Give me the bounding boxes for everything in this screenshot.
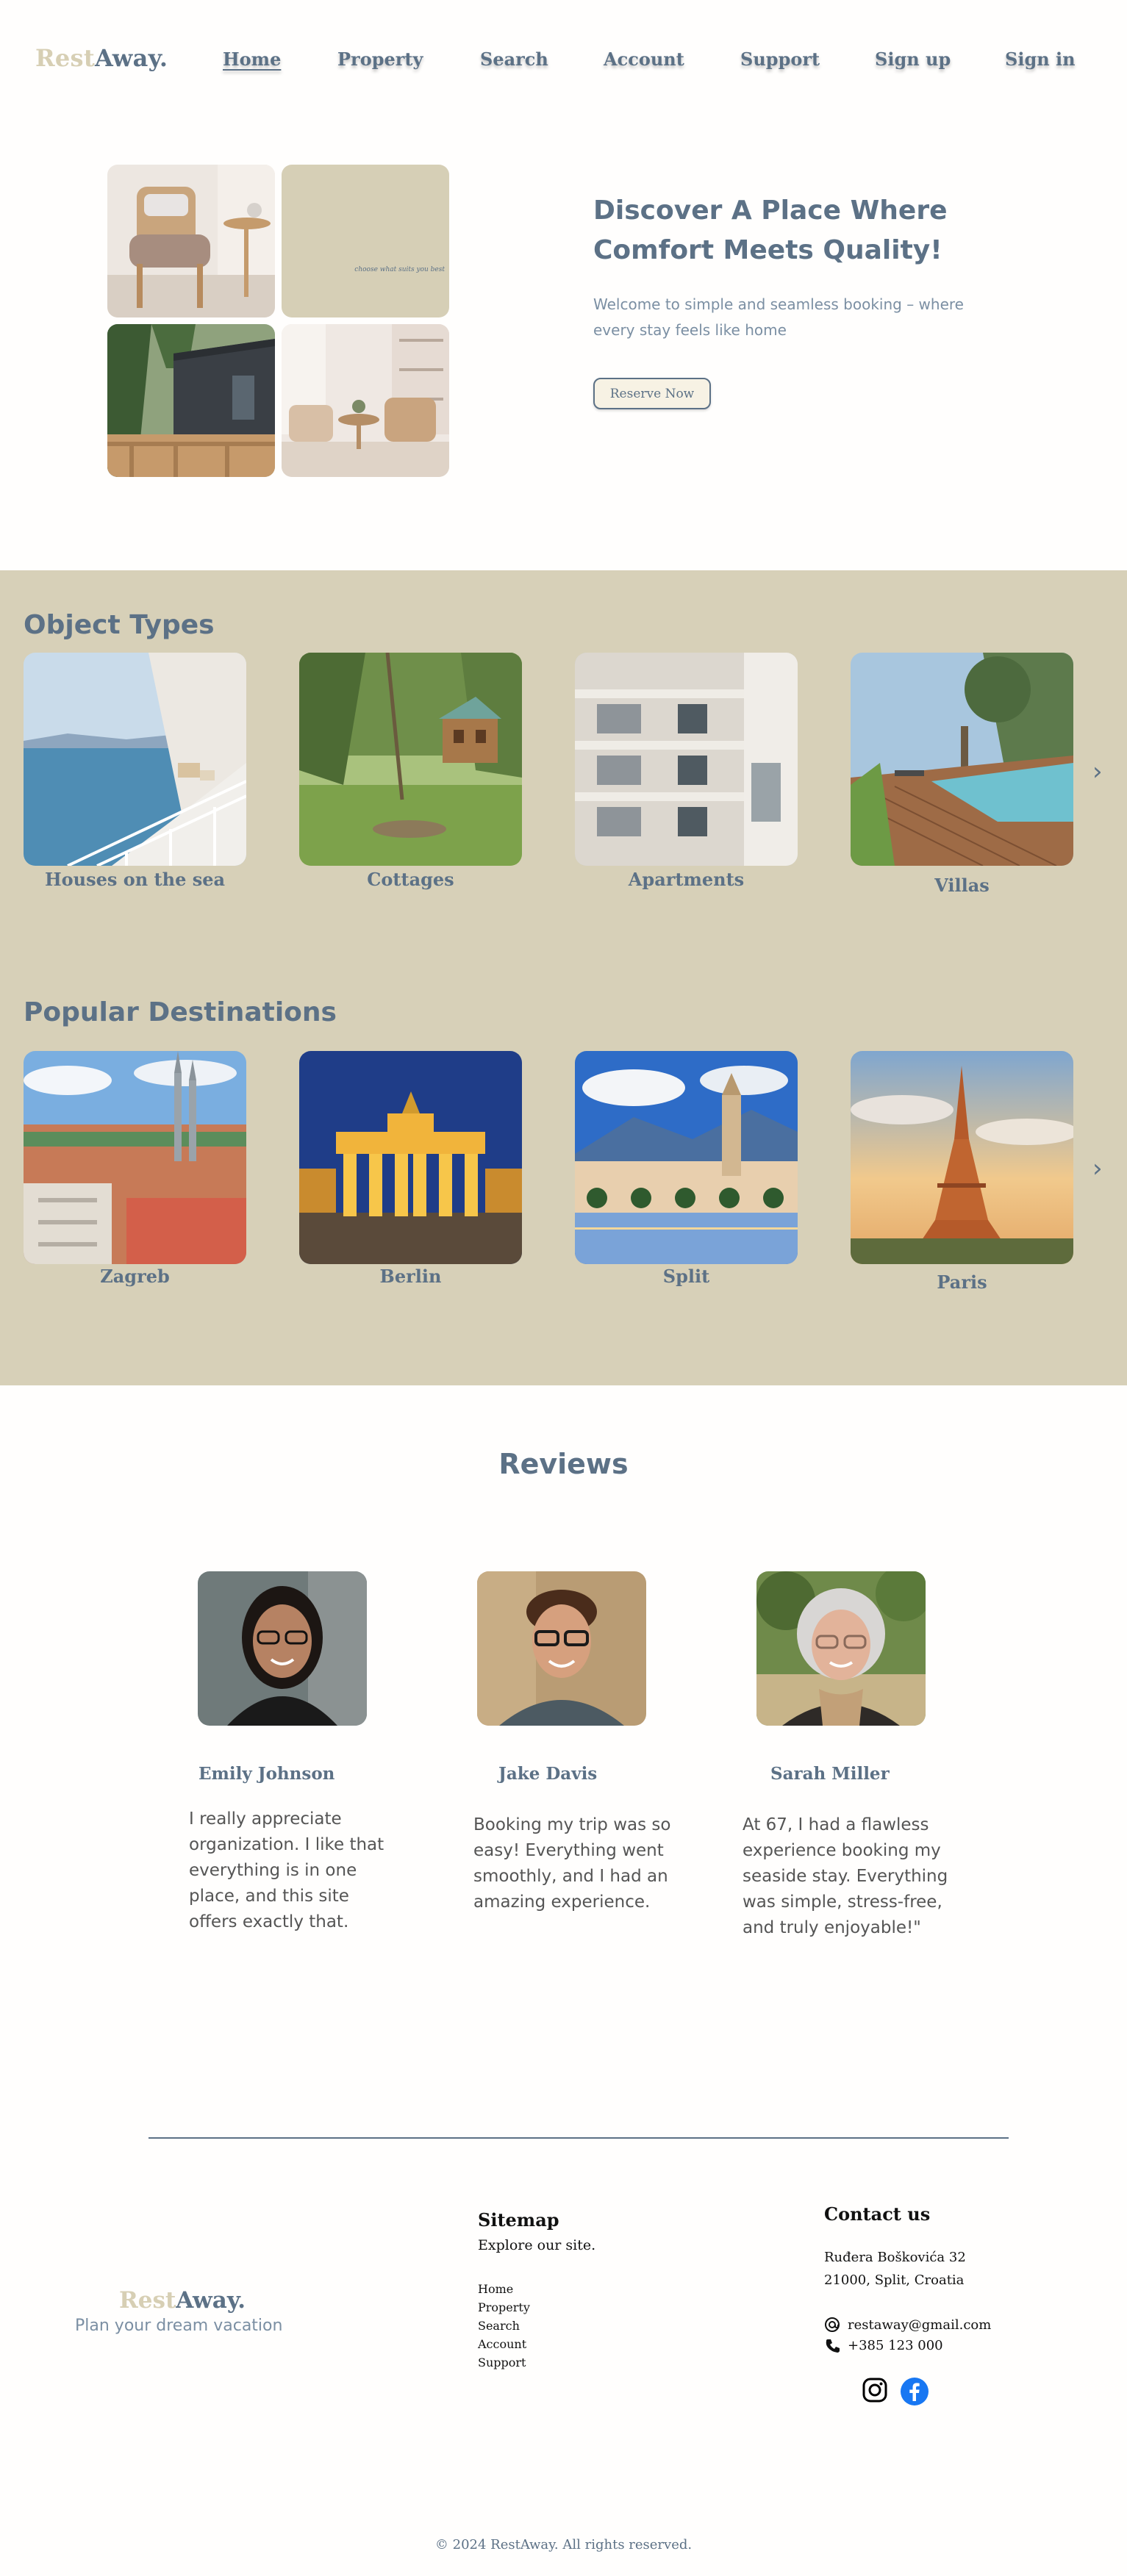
popular-destinations-title: Popular Destinations: [24, 997, 337, 1027]
label-paris: Paris: [937, 1271, 987, 1293]
footer-logo-part-away: Away: [176, 2287, 238, 2314]
contact-address: Ruđera Boškovića 32 21000, Split, Croati…: [824, 2246, 966, 2292]
hero-tile-caption: choose what suits you best: [282, 165, 449, 317]
sitemap-link-account[interactable]: Account: [478, 2335, 530, 2353]
contact-phone[interactable]: +385 123 000: [848, 2338, 943, 2353]
reserve-now-button[interactable]: Reserve Now: [593, 378, 711, 409]
sitemap-title: Sitemap: [478, 2209, 559, 2231]
logo-dot: .: [159, 44, 168, 72]
footer-logo-dot: .: [237, 2287, 246, 2314]
label-apartments: Apartments: [628, 869, 745, 890]
phone-icon: [824, 2337, 840, 2353]
hero-tile-caption-text: choose what suits you best: [354, 266, 445, 273]
nav-signup[interactable]: Sign up: [875, 49, 951, 70]
footer-logo[interactable]: RestAway.: [119, 2287, 246, 2314]
label-zagreb: Zagreb: [100, 1266, 170, 1287]
hero-image-living-room: [282, 324, 449, 477]
address-line-1: Ruđera Boškovića 32: [824, 2250, 966, 2265]
logo-part-away: Away: [94, 44, 160, 72]
nav-home[interactable]: Home: [223, 49, 281, 70]
hero-image-cabin: [107, 324, 275, 477]
object-card-villas[interactable]: [851, 653, 1073, 866]
sitemap-links: Home Property Search Account Support: [478, 2280, 530, 2372]
nav-account[interactable]: Account: [604, 49, 684, 70]
footer-logo-part-rest: Rest: [119, 2287, 176, 2314]
review-text-emily-johnson: I really appreciate organization. I like…: [189, 1809, 384, 1931]
sitemap-link-support[interactable]: Support: [478, 2353, 530, 2372]
sitemap-link-property[interactable]: Property: [478, 2298, 530, 2317]
footer-divider: [149, 2137, 1009, 2139]
reviewer-name-sarah-miller: Sarah Miller: [770, 1764, 890, 1784]
address-line-2: 21000, Split, Croatia: [824, 2272, 965, 2288]
object-card-apartments[interactable]: [575, 653, 798, 866]
destinations-next-chevron-icon[interactable]: ›: [1092, 1154, 1103, 1183]
contact-email-row[interactable]: restaway@gmail.com: [824, 2317, 991, 2333]
reviews-title: Reviews: [498, 1448, 629, 1480]
nav-support[interactable]: Support: [740, 49, 820, 70]
site-header: RestAway. Home Property Search Account S…: [0, 0, 1127, 125]
avatar-emily-johnson: [198, 1571, 367, 1726]
instagram-icon[interactable]: [862, 2377, 888, 2406]
object-types-next-chevron-icon[interactable]: ›: [1092, 757, 1103, 786]
copyright-text: © 2024 RestAway. All rights reserved.: [434, 2537, 693, 2552]
contact-title: Contact us: [824, 2203, 931, 2225]
hero-image-armchair: [107, 165, 275, 317]
review-text-jake-davis: Booking my trip was so easy! Everything …: [473, 1815, 671, 1912]
at-sign-icon: [824, 2317, 840, 2333]
contact-phone-row[interactable]: +385 123 000: [824, 2337, 943, 2353]
review-text-sarah-miller: At 67, I had a flawless experience booki…: [743, 1815, 948, 1937]
label-berlin: Berlin: [379, 1266, 442, 1287]
hero-subtitle: Welcome to simple and seamless booking –…: [593, 295, 964, 339]
nav-signin[interactable]: Sign in: [1005, 49, 1076, 70]
avatar-sarah-miller: [756, 1571, 926, 1726]
object-types-title: Object Types: [24, 610, 215, 640]
hero-title: Discover A Place Where Comfort Meets Qua…: [593, 195, 948, 265]
label-split: Split: [662, 1266, 710, 1287]
destination-card-berlin[interactable]: [299, 1051, 522, 1264]
logo-part-rest: Rest: [35, 44, 95, 72]
object-card-houses-on-the-sea[interactable]: [24, 653, 246, 866]
label-houses-on-the-sea: Houses on the sea: [44, 869, 226, 890]
object-card-cottages[interactable]: [299, 653, 522, 866]
label-villas: Villas: [934, 875, 990, 896]
brand-logo[interactable]: RestAway.: [35, 44, 168, 72]
destination-card-zagreb[interactable]: [24, 1051, 246, 1264]
avatar-jake-davis: [477, 1571, 646, 1726]
sitemap-subtitle: Explore our site.: [478, 2237, 596, 2253]
contact-email[interactable]: restaway@gmail.com: [848, 2317, 991, 2333]
nav-search[interactable]: Search: [480, 49, 548, 70]
label-cottages: Cottages: [367, 869, 454, 890]
footer-tagline: Plan your dream vacation: [75, 2317, 283, 2335]
sitemap-link-home[interactable]: Home: [478, 2280, 530, 2298]
facebook-icon[interactable]: [900, 2377, 929, 2409]
destination-card-paris[interactable]: [851, 1051, 1073, 1264]
sitemap-link-search[interactable]: Search: [478, 2317, 530, 2335]
nav-property[interactable]: Property: [337, 49, 423, 70]
reviewer-name-emily-johnson: Emily Johnson: [198, 1764, 335, 1784]
destination-card-split[interactable]: [575, 1051, 798, 1264]
reviewer-name-jake-davis: Jake Davis: [498, 1764, 598, 1784]
